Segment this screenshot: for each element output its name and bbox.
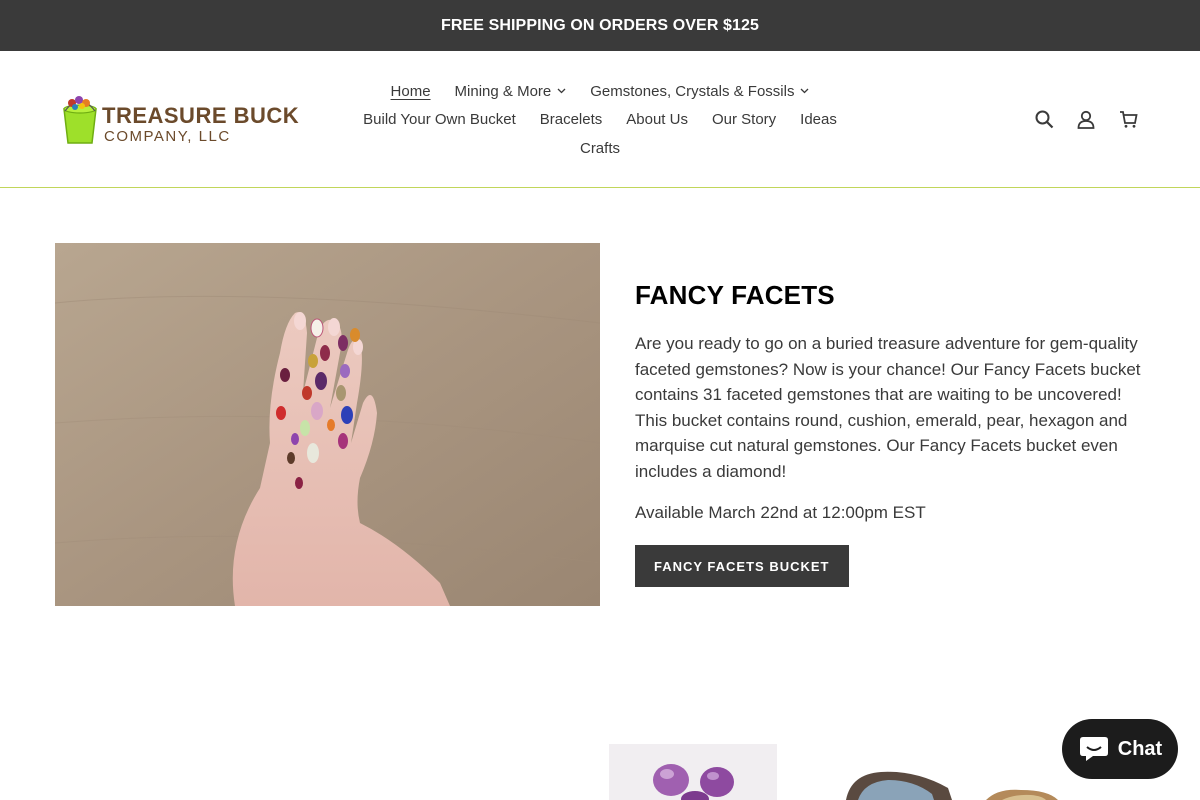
chevron-down-icon (801, 88, 809, 94)
search-icon[interactable] (1034, 109, 1054, 129)
svg-text:COMPANY, LLC: COMPANY, LLC (104, 128, 231, 145)
chat-label: Chat (1117, 737, 1163, 760)
availability-text: Available March 22nd at 12:00pm EST (635, 503, 926, 522)
brand-logo[interactable]: TREASURE BUCKETS COMPANY, LLC (62, 91, 343, 149)
page-title: FANCY FACETS (635, 280, 835, 310)
feature-image (55, 243, 600, 606)
nav-mining-more[interactable]: Mining & More (443, 83, 579, 100)
product-thumbnail[interactable] (609, 744, 777, 800)
nav-gemstones-crystals-fossils[interactable]: Gemstones, Crystals & Fossils (578, 83, 821, 100)
product-thumbnail[interactable] (836, 760, 1066, 800)
account-icon[interactable] (1076, 109, 1096, 129)
header-actions (1034, 109, 1138, 129)
feature-description: Are you ready to go on a buried treasure… (635, 334, 1141, 481)
nav-row-3: Crafts (350, 134, 850, 163)
feature-content: FANCY FACETS Are you ready to go on a bu… (635, 280, 1150, 587)
nav-crafts[interactable]: Crafts (568, 140, 632, 157)
fancy-facets-bucket-button[interactable]: FANCY FACETS BUCKET (635, 545, 849, 587)
nav-bracelets[interactable]: Bracelets (528, 111, 615, 128)
svg-text:TREASURE BUCKETS: TREASURE BUCKETS (102, 103, 300, 128)
nav-about-us[interactable]: About Us (614, 111, 700, 128)
announcement-text: FREE SHIPPING ON ORDERS OVER $125 (440, 16, 760, 34)
nav-row-1: Home Mining & More Gemstones, Crystals &… (350, 77, 850, 106)
nav-home[interactable]: Home (379, 83, 443, 100)
chevron-down-icon (557, 88, 566, 94)
cart-icon[interactable] (1118, 109, 1138, 129)
chat-bubble-icon (1079, 737, 1108, 761)
main-nav: Home Mining & More Gemstones, Crystals &… (350, 77, 850, 163)
nav-ideas[interactable]: Ideas (788, 111, 849, 128)
chat-button[interactable]: Chat (1062, 719, 1178, 779)
announcement-bar: FREE SHIPPING ON ORDERS OVER $125 (0, 0, 1200, 51)
nav-row-2: Build Your Own Bucket Bracelets About Us… (350, 106, 850, 135)
nav-build-your-own-bucket[interactable]: Build Your Own Bucket (351, 111, 528, 128)
nav-our-story[interactable]: Our Story (700, 111, 788, 128)
site-header: TREASURE BUCKETS COMPANY, LLC Home Minin… (0, 51, 1200, 188)
